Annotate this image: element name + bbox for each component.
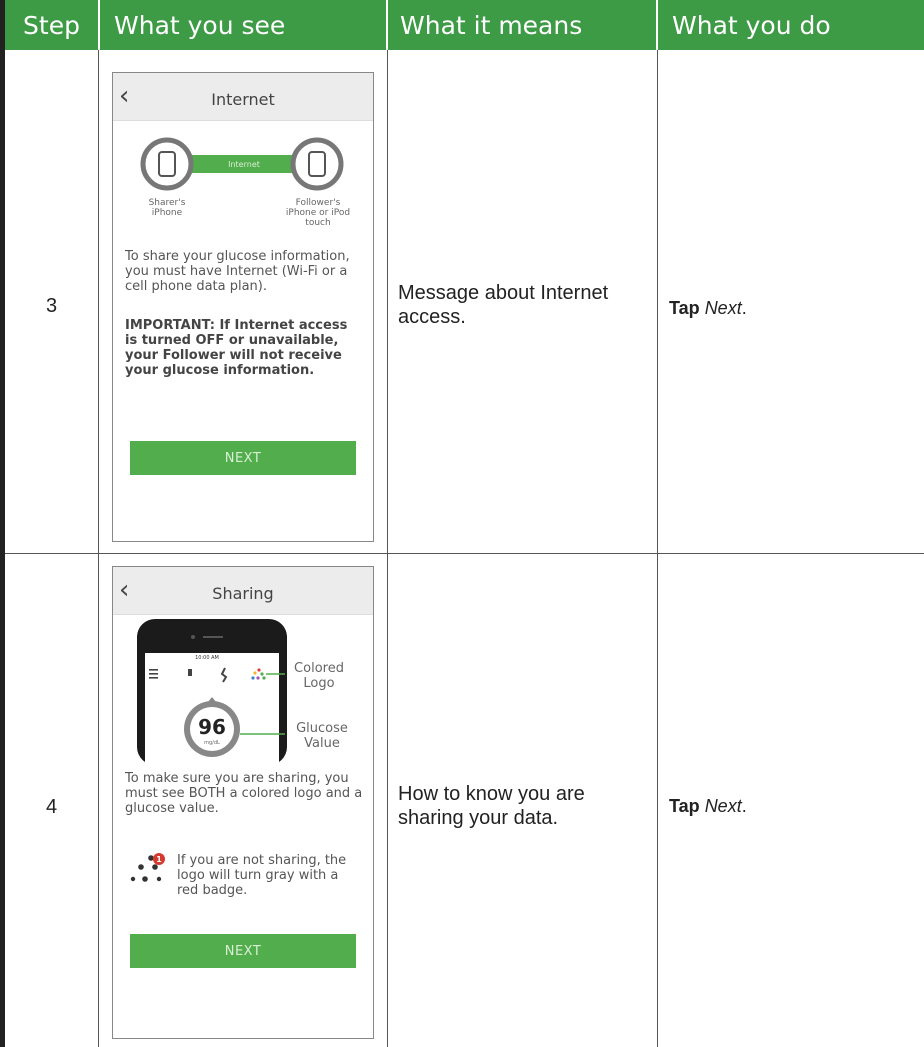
header-step: Step: [5, 0, 98, 50]
row-divider: [5, 553, 924, 554]
action-target: Next: [704, 796, 742, 816]
action-text: Tap Next.: [669, 298, 747, 319]
glucose-value-label: Glucose Value: [296, 721, 348, 751]
status-bar-time: 10:00 AM: [195, 655, 219, 661]
glucose-unit: mg/dL: [204, 740, 220, 746]
column-divider: [387, 50, 388, 1047]
red-badge-count: 1: [156, 855, 162, 864]
action-verb: Tap: [669, 796, 700, 816]
screen-title: Sharing: [212, 584, 274, 603]
not-sharing-text: If you are not sharing, the logo will tu…: [177, 853, 347, 898]
step-number: 4: [45, 796, 58, 818]
menu-icon: [149, 669, 158, 679]
meaning-text: Message about Internet access.: [398, 282, 609, 328]
sharing-body-text: To make sure you are sharing, you must s…: [125, 771, 363, 816]
header-what-you-do: What you do: [658, 0, 924, 50]
follower-label: Follower's iPhone or iPod touch: [285, 198, 351, 228]
meaning-text: How to know you are sharing your data.: [398, 783, 585, 829]
action-verb: Tap: [669, 298, 700, 318]
internet-body-text: To share your glucose information, you m…: [125, 249, 350, 294]
step-number: 3: [45, 295, 58, 317]
screen-title: Internet: [211, 90, 275, 109]
header-what-you-see: What you see: [100, 0, 386, 50]
sharer-label: Sharer's iPhone: [148, 198, 186, 218]
action-end: .: [741, 298, 747, 318]
next-button[interactable]: NEXT: [130, 441, 356, 475]
gray-logo-badge-icon: 1: [130, 853, 165, 882]
action-target: Next: [704, 298, 742, 318]
phone-screen-sharing: ‹ Sharing 10:00 AM 96 mg/dL Colored Logo…: [112, 566, 374, 1039]
colored-logo-label: Colored Logo: [294, 661, 344, 691]
follower-phone-icon: [290, 137, 344, 191]
internet-link-label: Internet: [228, 160, 260, 169]
sharer-phone-icon: [140, 137, 194, 191]
action-end: .: [741, 796, 747, 816]
phone-screen-internet: ‹ Internet Internet Sharer's iPhone Foll…: [112, 72, 374, 542]
nav-bar: ‹ Internet: [113, 73, 373, 121]
nav-bar: ‹ Sharing: [113, 567, 373, 615]
left-border: [0, 0, 5, 1047]
glucose-value: 96: [198, 715, 226, 739]
next-button[interactable]: NEXT: [130, 934, 356, 968]
action-text: Tap Next.: [669, 796, 747, 817]
sensor-icon: [188, 669, 192, 676]
column-divider: [657, 50, 658, 1047]
column-divider: [98, 50, 99, 1047]
important-text: IMPORTANT: If Internet access is turned …: [125, 318, 348, 378]
instruction-table: Step What you see What it means What you…: [0, 0, 924, 1047]
header-what-it-means: What it means: [388, 0, 656, 50]
